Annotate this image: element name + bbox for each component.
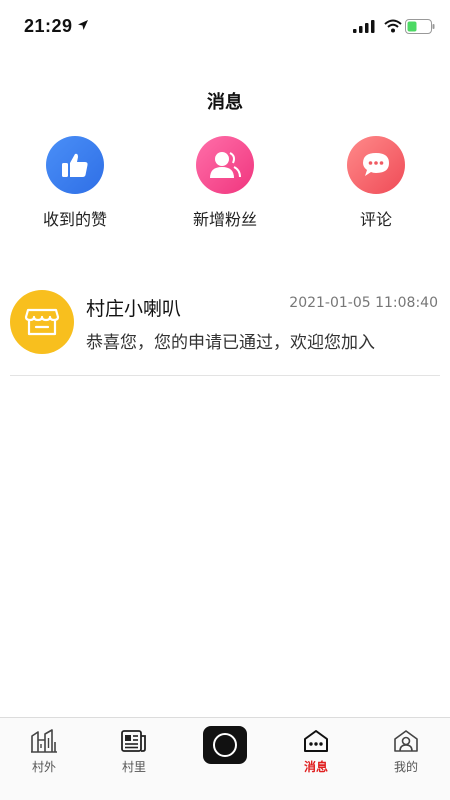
tab-label-mine: 我的 [393, 760, 418, 774]
message-house-icon [304, 730, 328, 752]
message-preview: 恭喜您，您的申请已通过，欢迎您加入 [86, 333, 375, 353]
status-bar: 21:29 [0, 0, 450, 50]
tab-outside[interactable]: 村外 [14, 728, 74, 788]
message-list-item[interactable]: 村庄小喇叭 2021-01-05 11:08:40 恭喜您，您的申请已通过，欢迎… [10, 288, 440, 376]
avatar [10, 290, 74, 354]
comment-icon-circle [347, 136, 405, 194]
location-arrow-icon [78, 20, 88, 30]
category-label-fans: 新增粉丝 [192, 210, 257, 229]
building-icon [31, 729, 57, 753]
camera-icon [213, 733, 237, 757]
camera-button[interactable] [203, 726, 247, 764]
message-sender: 村庄小喇叭 [86, 298, 182, 320]
profile-house-icon [394, 730, 418, 752]
tab-label-messages: 消息 [303, 760, 328, 774]
comments-button[interactable]: 评论 [316, 136, 436, 236]
received-likes-button[interactable]: 收到的赞 [15, 136, 135, 236]
thumbs-up-icon [62, 153, 88, 177]
user-add-icon-circle [196, 136, 254, 194]
category-label-likes: 收到的赞 [42, 210, 107, 229]
status-time: 21:29 [24, 16, 73, 36]
tab-village[interactable]: 村里 [104, 728, 164, 788]
tab-mine[interactable]: 我的 [376, 728, 436, 788]
newspaper-icon [121, 730, 146, 752]
tab-bar: 村外 村里 消息 我的 [0, 717, 450, 800]
battery-icon [405, 19, 435, 34]
store-icon [24, 308, 60, 336]
wifi-icon [384, 19, 402, 33]
page-title: 消息 [207, 92, 243, 113]
signal-icon [353, 20, 375, 33]
comment-icon [363, 153, 389, 176]
tab-messages[interactable]: 消息 [286, 728, 346, 788]
messages-screen: 21:29 消息 收到的赞 新增粉丝 评论 村庄小喇叭 2021-01-05 1… [0, 0, 450, 800]
tab-label-village: 村里 [121, 760, 146, 774]
thumbs-up-icon-circle [46, 136, 104, 194]
new-fans-button[interactable]: 新增粉丝 [165, 136, 285, 236]
category-row: 收到的赞 新增粉丝 评论 [0, 136, 450, 236]
category-label-comments: 评论 [359, 210, 392, 229]
message-time: 2021-01-05 11:08:40 [289, 295, 438, 311]
user-add-icon [210, 152, 241, 178]
tab-label-outside: 村外 [31, 760, 56, 774]
